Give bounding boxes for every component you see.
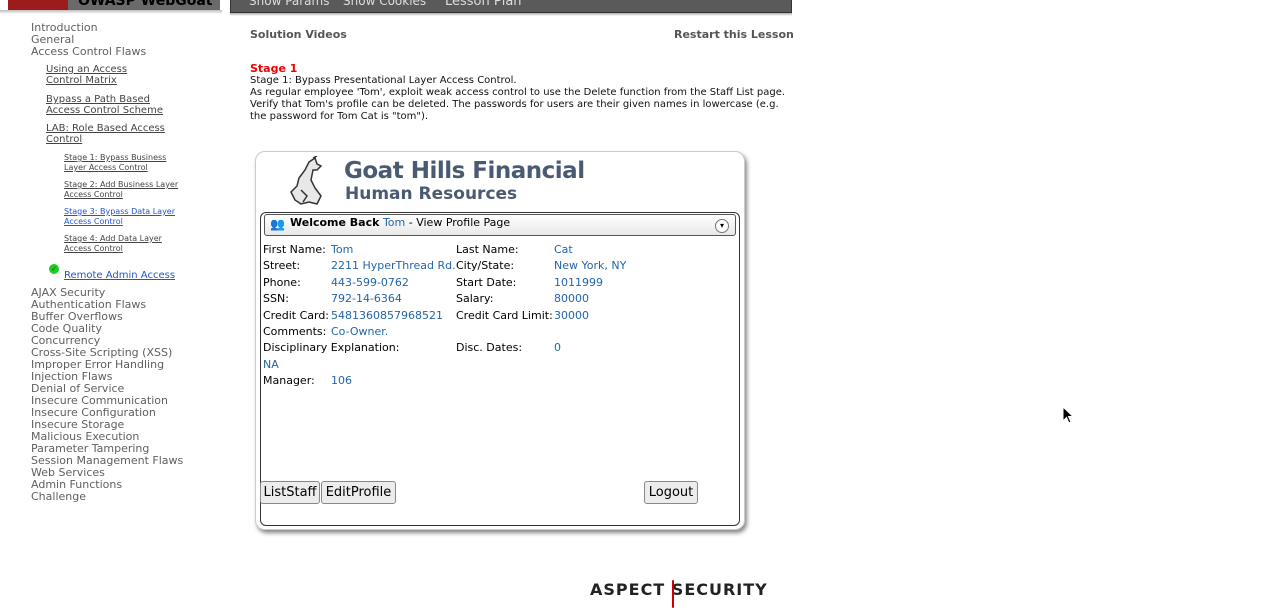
welcome-user: Tom (382, 216, 406, 229)
nav-categories: AJAX Security Authentication Flaws Buffe… (31, 287, 183, 503)
nav-path-based-access[interactable]: Bypass a Path Based Access Control Schem… (46, 94, 186, 116)
welcome-prefix: Welcome Back (290, 216, 380, 229)
start-date-value: 1011999 (554, 276, 603, 289)
city-state-value: New York, NY (554, 259, 627, 272)
goat-icon (290, 156, 323, 205)
disc-dates-label: Disc. Dates: (456, 341, 523, 354)
nav-item[interactable]: Challenge (31, 491, 183, 503)
topbar-shadow (230, 13, 792, 16)
disc-dates-value: 0 (554, 341, 561, 354)
app-subtitle: Human Resources (345, 184, 518, 204)
last-name-label: Last Name: (456, 243, 519, 256)
app-title-goat-hills: Goat Hills Financial (344, 158, 585, 184)
welcome-suffix: - View Profile Page (408, 216, 511, 229)
logout-button[interactable]: Logout (644, 481, 698, 504)
nav-role-based-lab[interactable]: LAB: Role Based Access Control (46, 123, 166, 145)
nav-access-control-flaws[interactable]: Access Control Flaws (31, 46, 146, 58)
first-name-label: First Name: (263, 243, 326, 256)
stage-description: As regular employee 'Tom', exploit weak … (250, 87, 786, 122)
stage-title: Stage 1 (250, 62, 298, 75)
users-icon: 👥 (270, 217, 285, 231)
checkmark-icon: ✓ (49, 264, 59, 274)
restart-lesson-link[interactable]: Restart this Lesson (674, 28, 794, 41)
ssn-value: 792-14-6364 (331, 292, 402, 305)
lesson-plan-link[interactable]: Lesson Plan (445, 0, 522, 9)
comments-label: Comments: (263, 325, 327, 338)
nav-stage-3[interactable]: Stage 3: Bypass Data Layer Access Contro… (64, 207, 184, 227)
salary-value: 80000 (554, 292, 589, 305)
logo-swoosh (672, 580, 674, 608)
last-name-value: Cat (554, 243, 573, 256)
credit-card-label: Credit Card: (263, 309, 330, 322)
nav-stage-2[interactable]: Stage 2: Add Business Layer Access Contr… (64, 180, 189, 200)
solution-videos-link[interactable]: Solution Videos (250, 28, 347, 41)
credit-card-value: 5481360857968521 (331, 309, 443, 322)
manager-label: Manager: (263, 374, 315, 387)
credit-limit-value: 30000 (554, 309, 589, 322)
show-cookies-link[interactable]: Show Cookies (343, 0, 426, 8)
logo-shadow (0, 10, 222, 14)
disciplinary-label: Disciplinary Explanation: (263, 341, 400, 354)
credit-limit-label: Credit Card Limit: (456, 309, 553, 322)
top-menu-bar: Show Params Show Cookies Lesson Plan (230, 0, 792, 13)
chevron-down-icon[interactable]: ▾ (715, 219, 729, 233)
welcome-bar: 👥 Welcome Back Tom - View Profile Page ▾ (264, 214, 736, 236)
disciplinary-value: NA (263, 358, 279, 371)
show-params-link[interactable]: Show Params (249, 0, 329, 8)
goat-logo-icon (8, 0, 68, 10)
phone-value: 443-599-0762 (331, 276, 409, 289)
nav-stage-1[interactable]: Stage 1: Bypass Business Layer Access Co… (64, 153, 184, 173)
manager-value: 106 (331, 374, 352, 387)
comments-value: Co-Owner. (331, 325, 389, 338)
list-staff-button[interactable]: ListStaff (260, 481, 320, 504)
street-label: Street: (263, 259, 301, 272)
nav-remote-admin[interactable]: Remote Admin Access (64, 270, 175, 281)
city-state-label: City/State: (456, 259, 515, 272)
start-date-label: Start Date: (456, 276, 517, 289)
first-name-value: Tom (331, 243, 354, 256)
nav-stage-4[interactable]: Stage 4: Add Data Layer Access Control (64, 234, 184, 254)
street-value: 2211 HyperThread Rd. (331, 259, 456, 272)
salary-label: Salary: (456, 292, 494, 305)
ssn-label: SSN: (263, 292, 289, 305)
nav-access-control-matrix[interactable]: Using an Access Control Matrix (46, 64, 166, 86)
edit-profile-button[interactable]: EditProfile (321, 481, 396, 504)
stage-instructions: Stage 1: Bypass Presentational Layer Acc… (250, 75, 795, 123)
phone-label: Phone: (263, 276, 301, 289)
stage-line: Stage 1: Bypass Presentational Layer Acc… (250, 75, 517, 86)
mouse-cursor-icon (1062, 406, 1074, 424)
aspect-security-logo: ASPECT SECURITY (590, 580, 768, 599)
